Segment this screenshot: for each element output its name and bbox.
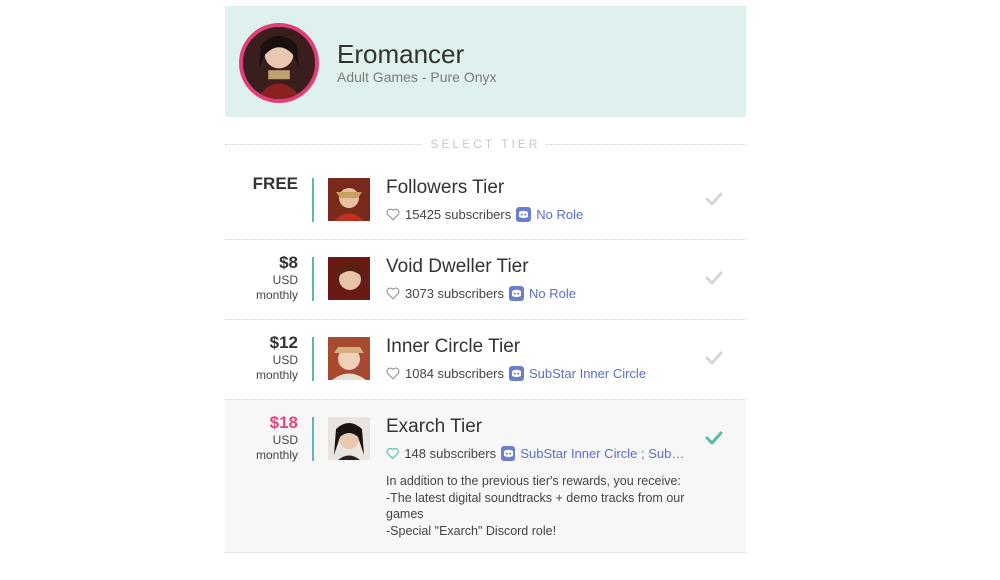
heart-outline-icon [386, 287, 400, 300]
divider-line [546, 144, 746, 145]
tier-meta: 1084 subscribers SubStar Inner Circle [386, 366, 686, 381]
tier-name: Void Dweller Tier [386, 256, 529, 277]
tier-option-exarch[interactable]: $18 USD monthly Exarch Tier 148 subscrib… [225, 400, 746, 553]
tier-accent-bar [312, 417, 314, 461]
subscriber-count: 148 subscribers [404, 446, 497, 461]
tier-accent-bar [312, 337, 314, 381]
heart-outline-icon [386, 367, 400, 380]
discord-icon [509, 366, 524, 381]
tier-option-followers[interactable]: FREE Followers Tier 15425 subscribers No… [225, 161, 746, 240]
tier-thumbnail [328, 257, 370, 300]
check-icon [705, 271, 723, 285]
tier-accent-bar [312, 178, 314, 222]
price-period: monthly [255, 288, 298, 302]
creator-name: Eromancer [337, 39, 465, 69]
select-tier-divider: SELECT TIER [225, 117, 746, 161]
price-amount: $8 [279, 253, 298, 272]
tier-option-void-dweller[interactable]: $8 USD monthly Void Dweller Tier 3073 su… [225, 240, 746, 320]
price-amount: $12 [269, 333, 298, 352]
price-currency: USD [272, 433, 298, 447]
description-line: -Special "Exarch" Discord role! [386, 523, 557, 538]
tier-thumbnail [328, 337, 370, 380]
discord-role: No Role [529, 286, 576, 301]
check-icon [705, 351, 723, 365]
tier-price: $8 USD monthly [225, 253, 298, 303]
tier-price: $12 USD monthly [225, 333, 298, 383]
discord-icon [509, 286, 524, 301]
discord-icon [501, 446, 516, 461]
tier-accent-bar [312, 257, 314, 301]
creator-avatar [239, 23, 319, 103]
description-line: In addition to the previous tier's rewar… [386, 474, 681, 488]
price-amount: FREE [252, 174, 298, 193]
check-icon [705, 192, 723, 206]
subscriber-count: 3073 subscribers [405, 286, 504, 301]
tier-thumbnail [328, 417, 370, 460]
subscriber-count: 1084 subscribers [405, 366, 504, 381]
discord-role: SubStar Inner Circle ; SubSt... [520, 446, 686, 461]
tier-name: Exarch Tier [386, 416, 483, 437]
heart-outline-icon [386, 208, 400, 221]
tier-meta: 3073 subscribers No Role [386, 286, 686, 301]
creator-header: Eromancer Adult Games - Pure Onyx [225, 6, 746, 117]
price-currency: USD [272, 273, 298, 287]
tier-name: Followers Tier [386, 177, 505, 198]
discord-role: SubStar Inner Circle [529, 366, 647, 381]
check-icon [705, 431, 723, 445]
tier-selection-panel: Eromancer Adult Games - Pure Onyx SELECT… [225, 6, 746, 553]
tier-option-inner-circle[interactable]: $12 USD monthly Inner Circle Tier 1084 s… [225, 320, 746, 400]
tier-price: FREE [225, 174, 298, 194]
tier-price: $18 USD monthly [225, 413, 298, 463]
discord-role: No Role [536, 207, 584, 222]
tier-thumbnail [328, 178, 370, 221]
tier-meta: 148 subscribers SubStar Inner Circle ; S… [386, 446, 686, 461]
tier-description: In addition to the previous tier's rewar… [386, 473, 686, 539]
price-period: monthly [255, 368, 298, 382]
price-amount: $18 [269, 413, 298, 432]
creator-subtitle: Adult Games - Pure Onyx [337, 69, 497, 85]
heart-outline-icon [386, 447, 399, 460]
tier-name: Inner Circle Tier [386, 336, 521, 357]
discord-icon [516, 207, 532, 222]
tier-meta: 15425 subscribers No Role [386, 207, 686, 222]
price-period: monthly [255, 448, 298, 462]
description-line: -The latest digital soundtracks + demo t… [386, 490, 685, 522]
subscriber-count: 15425 subscribers [405, 207, 512, 222]
price-currency: USD [272, 353, 298, 367]
